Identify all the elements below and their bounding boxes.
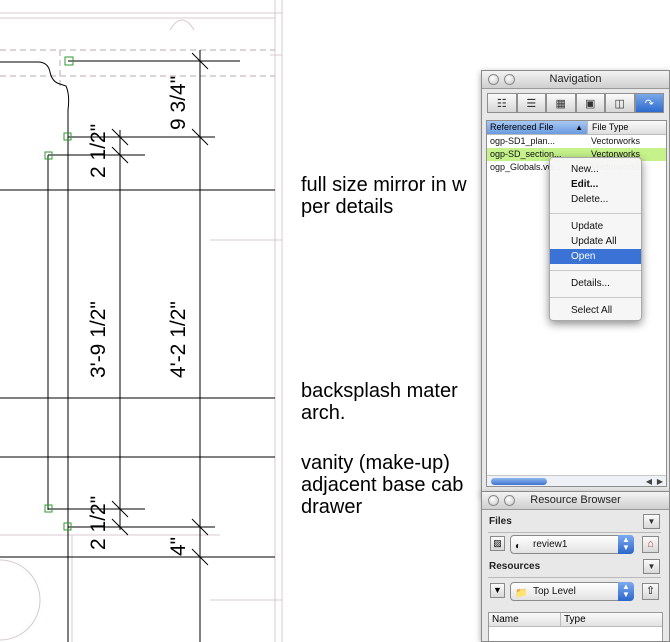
divider	[488, 577, 661, 578]
file-popup-value: review1	[533, 539, 568, 550]
horizontal-scrollbar[interactable]: ◀ ▶	[487, 475, 666, 486]
note-line: per details	[301, 196, 394, 218]
note-line: full size mirror in w	[301, 174, 467, 196]
popup-stepper-icon: ▲ ▼	[618, 582, 634, 601]
sort-up-icon: ▲	[575, 123, 583, 132]
menu-item-edit[interactable]: Edit...	[550, 177, 641, 192]
folder-icon: 📁	[515, 588, 528, 599]
menu-item-new[interactable]: New...	[550, 162, 641, 177]
note-line: backsplash mater	[301, 380, 458, 402]
note-mirror: full size mirror in w per details	[301, 174, 467, 218]
resource-browser-title: Resource Browser	[530, 494, 621, 506]
file-icon: ◐	[515, 541, 522, 552]
scroll-thumb[interactable]	[491, 478, 547, 485]
resources-popup-value: Top Level	[533, 586, 576, 597]
resource-table-header: Name Type	[489, 613, 662, 627]
column-referenced-file[interactable]: Referenced File ▲	[487, 121, 587, 134]
file-name: ogp-SD1_plan...	[490, 136, 556, 146]
resource-table[interactable]: Name Type	[488, 612, 663, 641]
dim-label-4-2-1-2: 4'-2 1/2"	[167, 301, 190, 378]
note-vanity: vanity (make-up) adjacent base cab drawe…	[301, 452, 463, 518]
dim-label-2-1-2-bottom: 2 1/2"	[87, 496, 110, 550]
column-name[interactable]: Name	[489, 613, 561, 626]
column-file-type[interactable]: File Type	[587, 121, 666, 134]
menu-item-update-all[interactable]: Update All	[550, 234, 641, 249]
down-triangle-icon[interactable]: ▼	[490, 583, 505, 598]
folder-up-icon[interactable]: ⇧	[642, 583, 659, 600]
list-item[interactable]: ogp-SD1_plan... Vectorworks	[487, 135, 666, 148]
resources-popup[interactable]: 📁 Top Level ▲ ▼	[510, 582, 634, 601]
dim-label-3-9-1-2: 3'-9 1/2"	[87, 301, 110, 378]
menu-item-select-all[interactable]: Select All	[550, 303, 641, 318]
referenced-files-icon[interactable]: ↷	[634, 93, 664, 113]
dim-label-9-3-4: 9 3/4"	[167, 76, 190, 130]
saved-views-icon[interactable]: ◫	[605, 93, 635, 113]
document-icon: ▨	[490, 536, 505, 551]
classes-icon[interactable]: ☷	[487, 93, 517, 113]
menu-item-update[interactable]: Update	[550, 219, 641, 234]
navigation-toolbar: ☷ ☰ ▦ ▣ ◫ ↷	[487, 93, 664, 115]
menu-separator	[550, 270, 641, 271]
column-label: Referenced File	[490, 122, 554, 132]
note-line: arch.	[301, 402, 346, 424]
menu-separator	[550, 213, 641, 214]
menu-separator	[550, 297, 641, 298]
home-icon[interactable]: ⌂	[642, 536, 659, 553]
layers-icon[interactable]: ☰	[516, 93, 546, 113]
column-type[interactable]: Type	[561, 613, 662, 626]
scroll-right-icon[interactable]: ▶	[657, 476, 663, 487]
resources-label: Resources	[489, 561, 541, 572]
viewports-icon[interactable]: ▣	[575, 93, 605, 113]
dim-label-4: 4"	[167, 537, 190, 556]
file-popup[interactable]: ◐ review1 ▲ ▼	[510, 535, 634, 554]
navigation-title: Navigation	[549, 73, 602, 85]
files-menu-button[interactable]: ▼	[643, 514, 660, 529]
context-menu: New... Edit... Delete... Update Update A…	[549, 157, 642, 321]
note-line: vanity (make-up)	[301, 452, 450, 474]
resource-browser-palette[interactable]: Resource Browser Files ▼ ▨ ◐ review1 ▲ ▼ …	[481, 491, 670, 642]
scroll-left-icon[interactable]: ◀	[646, 476, 652, 487]
resource-browser-titlebar[interactable]: Resource Browser	[482, 492, 669, 510]
resources-menu-button[interactable]: ▼	[643, 559, 660, 574]
popup-stepper-icon: ▲ ▼	[618, 535, 634, 554]
navigation-titlebar[interactable]: Navigation	[482, 71, 669, 89]
file-type: Vectorworks	[591, 136, 641, 146]
menu-item-delete[interactable]: Delete...	[550, 192, 641, 207]
sheet-layers-icon[interactable]: ▦	[546, 93, 576, 113]
divider	[488, 532, 661, 533]
note-line: drawer	[301, 496, 363, 518]
menu-item-open[interactable]: Open	[550, 249, 641, 264]
note-backsplash: backsplash mater arch.	[301, 380, 458, 424]
note-line: adjacent base cab	[301, 474, 464, 496]
menu-item-details[interactable]: Details...	[550, 276, 641, 291]
list-header: Referenced File ▲ File Type	[487, 121, 666, 135]
dim-label-2-1-2-top: 2 1/2"	[87, 124, 110, 178]
files-label: Files	[489, 516, 512, 527]
